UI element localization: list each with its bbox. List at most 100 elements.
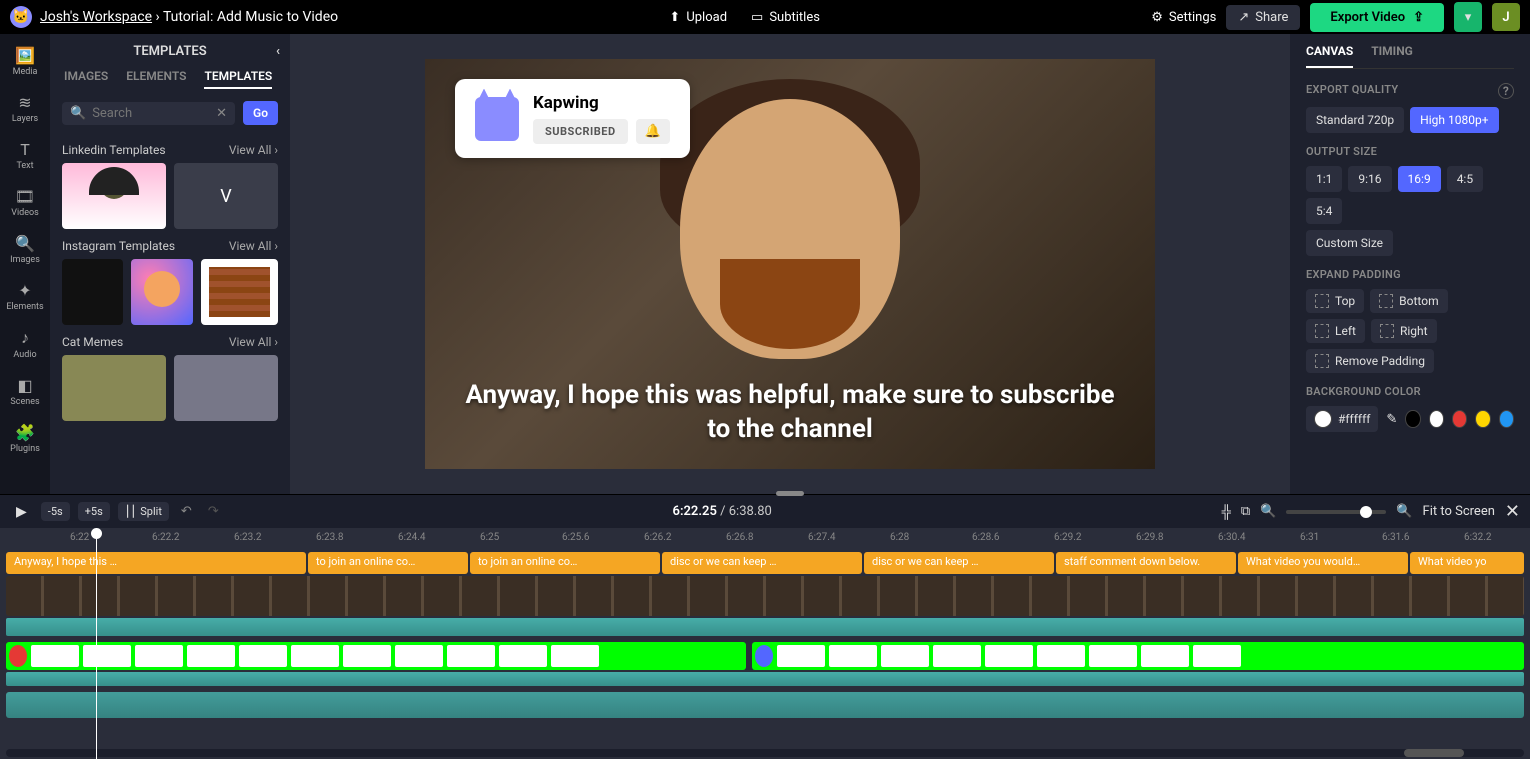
subtitles-track[interactable]: Anyway, I hope this … to join an online … bbox=[6, 552, 1524, 574]
export-button[interactable]: Export Video ⇪ bbox=[1310, 3, 1444, 32]
pad-bottom[interactable]: Bottom bbox=[1370, 289, 1447, 313]
ruler[interactable]: 6:22 6:22.2 6:23.2 6:23.8 6:24.4 6:25 6:… bbox=[0, 528, 1530, 550]
subtitle-clip[interactable]: to join an online co… bbox=[470, 552, 660, 574]
overlay-clip[interactable] bbox=[881, 645, 929, 667]
resize-handle[interactable] bbox=[776, 491, 804, 496]
split-button[interactable]: ⎮⎮Split bbox=[118, 502, 169, 521]
template-thumb[interactable] bbox=[131, 259, 192, 325]
color-red[interactable] bbox=[1452, 410, 1467, 428]
pad-top[interactable]: Top bbox=[1306, 289, 1364, 313]
audio-track[interactable] bbox=[6, 692, 1524, 718]
tool-layers[interactable]: ≋Layers bbox=[0, 87, 50, 130]
template-thumb[interactable] bbox=[201, 259, 278, 325]
app-logo[interactable]: 🐱 bbox=[10, 6, 32, 28]
bg-color-input[interactable]: #ffffff bbox=[1306, 406, 1378, 432]
overlay-clip[interactable] bbox=[1089, 645, 1137, 667]
timeline[interactable]: 6:22 6:22.2 6:23.2 6:23.8 6:24.4 6:25 6:… bbox=[0, 528, 1530, 759]
quality-1080p[interactable]: High 1080p+ bbox=[1410, 107, 1498, 133]
overlay-clip[interactable] bbox=[777, 645, 825, 667]
export-dropdown[interactable]: ▾ bbox=[1454, 2, 1482, 32]
tool-media[interactable]: 🖼️Media bbox=[0, 40, 50, 83]
snap-icon[interactable]: ╬ bbox=[1222, 504, 1231, 520]
overlay-clip[interactable] bbox=[1193, 645, 1241, 667]
tab-canvas[interactable]: CANVAS bbox=[1306, 44, 1353, 68]
tab-images[interactable]: IMAGES bbox=[64, 69, 108, 89]
workspace-link[interactable]: Josh's Workspace bbox=[40, 9, 152, 25]
canvas-area[interactable]: Kapwing SUBSCRIBED 🔔 Anyway, I hope this… bbox=[290, 34, 1290, 494]
zoom-slider[interactable] bbox=[1286, 510, 1386, 514]
template-thumb[interactable] bbox=[62, 259, 123, 325]
overlay-clip[interactable] bbox=[1141, 645, 1189, 667]
h-scrollbar[interactable] bbox=[6, 749, 1524, 757]
close-icon[interactable]: ✕ bbox=[1505, 501, 1520, 522]
color-black[interactable] bbox=[1405, 410, 1420, 428]
ratio-9-16[interactable]: 9:16 bbox=[1348, 166, 1391, 192]
template-thumb[interactable] bbox=[174, 355, 278, 421]
template-thumb[interactable]: V bbox=[174, 163, 278, 229]
tab-timing[interactable]: TIMING bbox=[1371, 44, 1413, 68]
zoom-in-icon[interactable]: 🔍 bbox=[1396, 504, 1412, 519]
undo-button[interactable]: ↶ bbox=[177, 504, 196, 519]
subtitle-clip[interactable]: disc or we can keep … bbox=[864, 552, 1054, 574]
overlay-clip[interactable] bbox=[499, 645, 547, 667]
tool-images[interactable]: 🔍Images bbox=[0, 228, 50, 271]
redo-button[interactable]: ↷ bbox=[204, 504, 223, 519]
fwd-5s-button[interactable]: +5s bbox=[78, 502, 110, 521]
fit-to-screen-button[interactable]: Fit to Screen bbox=[1423, 504, 1495, 519]
template-thumb[interactable] bbox=[62, 355, 166, 421]
ratio-5-4[interactable]: 5:4 bbox=[1306, 198, 1342, 224]
upload-button[interactable]: ⬆ Upload bbox=[669, 10, 727, 25]
collapse-icon[interactable]: ‹ bbox=[276, 44, 280, 59]
ratio-1-1[interactable]: 1:1 bbox=[1306, 166, 1342, 192]
overlay-clip[interactable] bbox=[755, 645, 773, 667]
subtitle-clip[interactable]: to join an online co… bbox=[308, 552, 468, 574]
remove-padding[interactable]: Remove Padding bbox=[1306, 349, 1434, 373]
video-track[interactable] bbox=[6, 576, 1524, 616]
overlay-clip[interactable] bbox=[187, 645, 235, 667]
overlay-clip[interactable] bbox=[395, 645, 443, 667]
view-all-link[interactable]: View All › bbox=[229, 239, 278, 253]
color-white[interactable] bbox=[1429, 410, 1444, 428]
overlay-track[interactable] bbox=[752, 642, 1524, 670]
clear-icon[interactable]: ✕ bbox=[216, 106, 227, 121]
overlay-clip[interactable] bbox=[239, 645, 287, 667]
tab-templates[interactable]: TEMPLATES bbox=[204, 69, 272, 89]
overlay-clip[interactable] bbox=[343, 645, 391, 667]
color-blue[interactable] bbox=[1499, 410, 1514, 428]
overlay-clip[interactable] bbox=[135, 645, 183, 667]
tool-plugins[interactable]: 🧩Plugins bbox=[0, 417, 50, 460]
tool-videos[interactable]: 🎞Videos bbox=[0, 181, 50, 224]
subtitle-clip[interactable]: What video you would… bbox=[1238, 552, 1408, 574]
search-input[interactable] bbox=[92, 106, 210, 121]
overlay-clip[interactable] bbox=[933, 645, 981, 667]
subtitle-clip[interactable]: What video yo bbox=[1410, 552, 1524, 574]
ratio-16-9[interactable]: 16:9 bbox=[1398, 166, 1441, 192]
tool-audio[interactable]: ♪Audio bbox=[0, 322, 50, 366]
overlay-clip[interactable] bbox=[9, 645, 27, 667]
template-thumb[interactable] bbox=[62, 163, 166, 229]
playhead[interactable] bbox=[96, 528, 97, 759]
tool-scenes[interactable]: ◧Scenes bbox=[0, 370, 50, 413]
subtitle-clip[interactable]: staff comment down below. bbox=[1056, 552, 1236, 574]
ratio-4-5[interactable]: 4:5 bbox=[1447, 166, 1483, 192]
back-5s-button[interactable]: -5s bbox=[41, 502, 70, 521]
view-all-link[interactable]: View All › bbox=[229, 143, 278, 157]
subtitle-clip[interactable]: disc or we can keep … bbox=[662, 552, 862, 574]
waveform-track[interactable] bbox=[6, 618, 1524, 636]
custom-size-button[interactable]: Custom Size bbox=[1306, 230, 1393, 256]
quality-720p[interactable]: Standard 720p bbox=[1306, 107, 1404, 133]
subtitles-button[interactable]: ▭ Subtitles bbox=[751, 10, 820, 25]
share-button[interactable]: ↗ Share bbox=[1226, 5, 1300, 30]
overlay-clip[interactable] bbox=[551, 645, 599, 667]
overlay-clip[interactable] bbox=[829, 645, 877, 667]
settings-button[interactable]: ⚙ Settings bbox=[1151, 10, 1216, 25]
overlay-clip[interactable] bbox=[1037, 645, 1085, 667]
avatar[interactable]: J bbox=[1492, 3, 1520, 31]
help-icon[interactable]: ? bbox=[1498, 83, 1514, 99]
waveform-track[interactable] bbox=[6, 672, 1524, 686]
pad-left[interactable]: Left bbox=[1306, 319, 1365, 343]
overlay-track[interactable] bbox=[6, 642, 746, 670]
tool-text[interactable]: TText bbox=[0, 134, 50, 177]
overlay-clip[interactable] bbox=[985, 645, 1033, 667]
color-yellow[interactable] bbox=[1475, 410, 1490, 428]
